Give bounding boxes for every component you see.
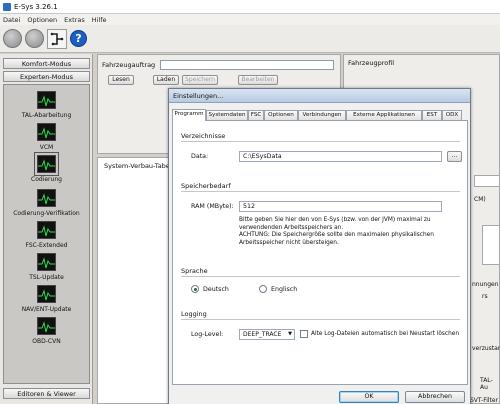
section-divider (181, 141, 460, 142)
programm-tab-panel: Verzeichnisse Data: C:\ESysData ... Spei… (172, 120, 468, 385)
ecg-monitor-icon (37, 317, 56, 335)
sidebar-item-tsl-update[interactable]: TSL-Update (4, 253, 89, 281)
sidebar-item-codierung[interactable]: Codierung (4, 152, 89, 183)
sidebar-item-tal-abarbeitung[interactable]: TAL-Abarbeitung (4, 91, 89, 119)
system-verbau-tabelle-title: System-Verbau-Tabelle (104, 162, 178, 170)
menu-hilfe[interactable]: Hilfe (91, 16, 108, 24)
sidebar-item-label: FSC-Extended (25, 242, 68, 249)
app-icon (3, 2, 11, 11)
tab-programm[interactable]: Programm (172, 109, 206, 121)
network-button[interactable] (47, 28, 67, 49)
log-level-select[interactable]: DEEP_TRACE ▼ (239, 329, 295, 340)
ecg-monitor-icon (37, 285, 56, 303)
sidebar-item-label: Codierung (31, 176, 62, 183)
log-level-value: DEEP_TRACE (243, 331, 282, 338)
verzeichnisse-title: Verzeichnisse (181, 132, 226, 140)
background-field (482, 225, 500, 265)
log-level-label: Log-Level: (191, 331, 224, 338)
section-divider (181, 276, 460, 277)
ecg-monitor-icon (37, 253, 56, 271)
ecg-monitor-icon (37, 221, 56, 239)
sidebar-item-label: VCM (39, 144, 54, 151)
menu-optionen[interactable]: Optionen (26, 16, 58, 24)
einstellungen-dialog: Einstellungen... Programm Systemdaten FS… (168, 88, 471, 404)
window-title: E-Sys 3.26.1 (14, 2, 58, 11)
tab-systemdaten[interactable]: Systemdaten (206, 110, 248, 120)
browse-button[interactable]: ... (447, 151, 462, 162)
tab-verbindungen[interactable]: Verbindungen (298, 110, 346, 120)
tab-est[interactable]: EST (422, 110, 442, 120)
title-bar: E-Sys 3.26.1 (0, 0, 500, 14)
tab-optionen[interactable]: Optionen (264, 110, 298, 120)
ram-label: RAM (MByte): (191, 203, 234, 210)
sprache-title: Sprache (181, 267, 208, 275)
background-text: SVT-Filter (470, 397, 499, 404)
background-text: TAL-Au (480, 377, 493, 391)
ok-button[interactable]: OK (339, 391, 399, 403)
editoren-viewer-button[interactable]: Editoren & Viewer (3, 388, 90, 399)
sidebar: Komfort-Modus Experten-Modus TAL-Abarbei… (0, 54, 93, 404)
komfort-modus-button[interactable]: Komfort-Modus (3, 58, 90, 69)
connect-button[interactable] (3, 29, 22, 48)
fahrzeugauftrag-field[interactable] (160, 60, 334, 70)
laden-button[interactable]: Laden (153, 75, 179, 85)
ecg-monitor-icon (37, 189, 56, 207)
sidebar-item-nav-ent-update[interactable]: NAV/ENT-Update (4, 285, 89, 313)
experten-modus-button[interactable]: Experten-Modus (3, 71, 90, 82)
chevron-down-icon: ▼ (288, 331, 292, 337)
sidebar-item-codierung-verifikation[interactable]: Codierung-Verifikation (4, 189, 89, 217)
bearbeiten-button[interactable]: Bearbeiten (238, 75, 278, 85)
disconnect-button[interactable] (25, 29, 44, 48)
menu-datei[interactable]: Datei (2, 16, 21, 24)
delete-old-logs-label: Alte Log-Dateien automatisch bei Neustar… (311, 331, 460, 337)
network-icon (50, 32, 64, 45)
dialog-title-bar[interactable]: Einstellungen... (169, 89, 470, 103)
section-divider (181, 191, 460, 192)
deutsch-radio[interactable] (191, 285, 199, 293)
deutsch-label: Deutsch (203, 286, 229, 293)
fahrzeugprofil-title: Fahrzeugprofil (348, 59, 395, 67)
section-divider (181, 319, 460, 320)
ecg-monitor-icon (34, 152, 59, 176)
sidebar-item-label: TSL-Update (29, 274, 64, 281)
background-text: nnungen (472, 281, 499, 288)
ecg-monitor-icon (37, 123, 56, 141)
background-text: CM) (474, 196, 486, 203)
lesen-button[interactable]: Lesen (108, 75, 134, 85)
sidebar-item-label: TAL-Abarbeitung (21, 112, 72, 119)
sidebar-item-label: OBD-CVN (32, 338, 61, 345)
logging-title: Logging (181, 310, 207, 318)
data-label: Data: (191, 153, 209, 160)
background-text: verzustan (472, 345, 500, 352)
tab-fsc[interactable]: FSC (248, 110, 264, 120)
sidebar-item-label: NAV/ENT-Update (21, 306, 72, 313)
delete-old-logs-checkbox[interactable] (300, 330, 308, 338)
menu-bar: Datei Optionen Extras Hilfe (0, 14, 500, 25)
dialog-title: Einstellungen... (173, 92, 224, 100)
sidebar-item-obd-cvn[interactable]: OBD-CVN (4, 317, 89, 345)
englisch-label: Englisch (271, 286, 298, 293)
tab-bar: Programm Systemdaten FSC Optionen Verbin… (172, 109, 468, 121)
ram-input[interactable]: 512 (239, 201, 442, 212)
speichern-button[interactable]: Speichern (182, 75, 218, 85)
background-text: rs (482, 293, 488, 300)
sidebar-item-label: Codierung-Verifikation (13, 210, 80, 217)
sidebar-item-fsc-extended[interactable]: FSC-Extended (4, 221, 89, 249)
fahrzeugauftrag-title: Fahrzeugauftrag (102, 61, 156, 69)
tab-odx[interactable]: ODX (442, 110, 462, 120)
menu-extras[interactable]: Extras (63, 16, 86, 24)
data-path-input[interactable]: C:\ESysData (239, 151, 442, 162)
background-field (474, 175, 500, 187)
tab-externe-applikationen[interactable]: Externe Applikationen (346, 110, 422, 120)
ram-warning-text: ACHTUNG: Die Speichergröße sollte den ma… (239, 232, 434, 246)
toolbar: ? (0, 25, 500, 53)
ecg-monitor-icon (37, 91, 56, 109)
ram-help-text: Bitte geben Sie hier den von E-Sys (bzw.… (239, 217, 431, 231)
help-button[interactable]: ? (70, 30, 87, 47)
sidebar-item-vcm[interactable]: VCM (4, 123, 89, 151)
speicherbedarf-title: Speicherbedarf (181, 182, 231, 190)
englisch-radio[interactable] (259, 285, 267, 293)
experten-nav-panel: TAL-Abarbeitung VCM Codierung Codierung-… (3, 84, 90, 384)
cancel-button[interactable]: Abbrechen (405, 391, 465, 403)
